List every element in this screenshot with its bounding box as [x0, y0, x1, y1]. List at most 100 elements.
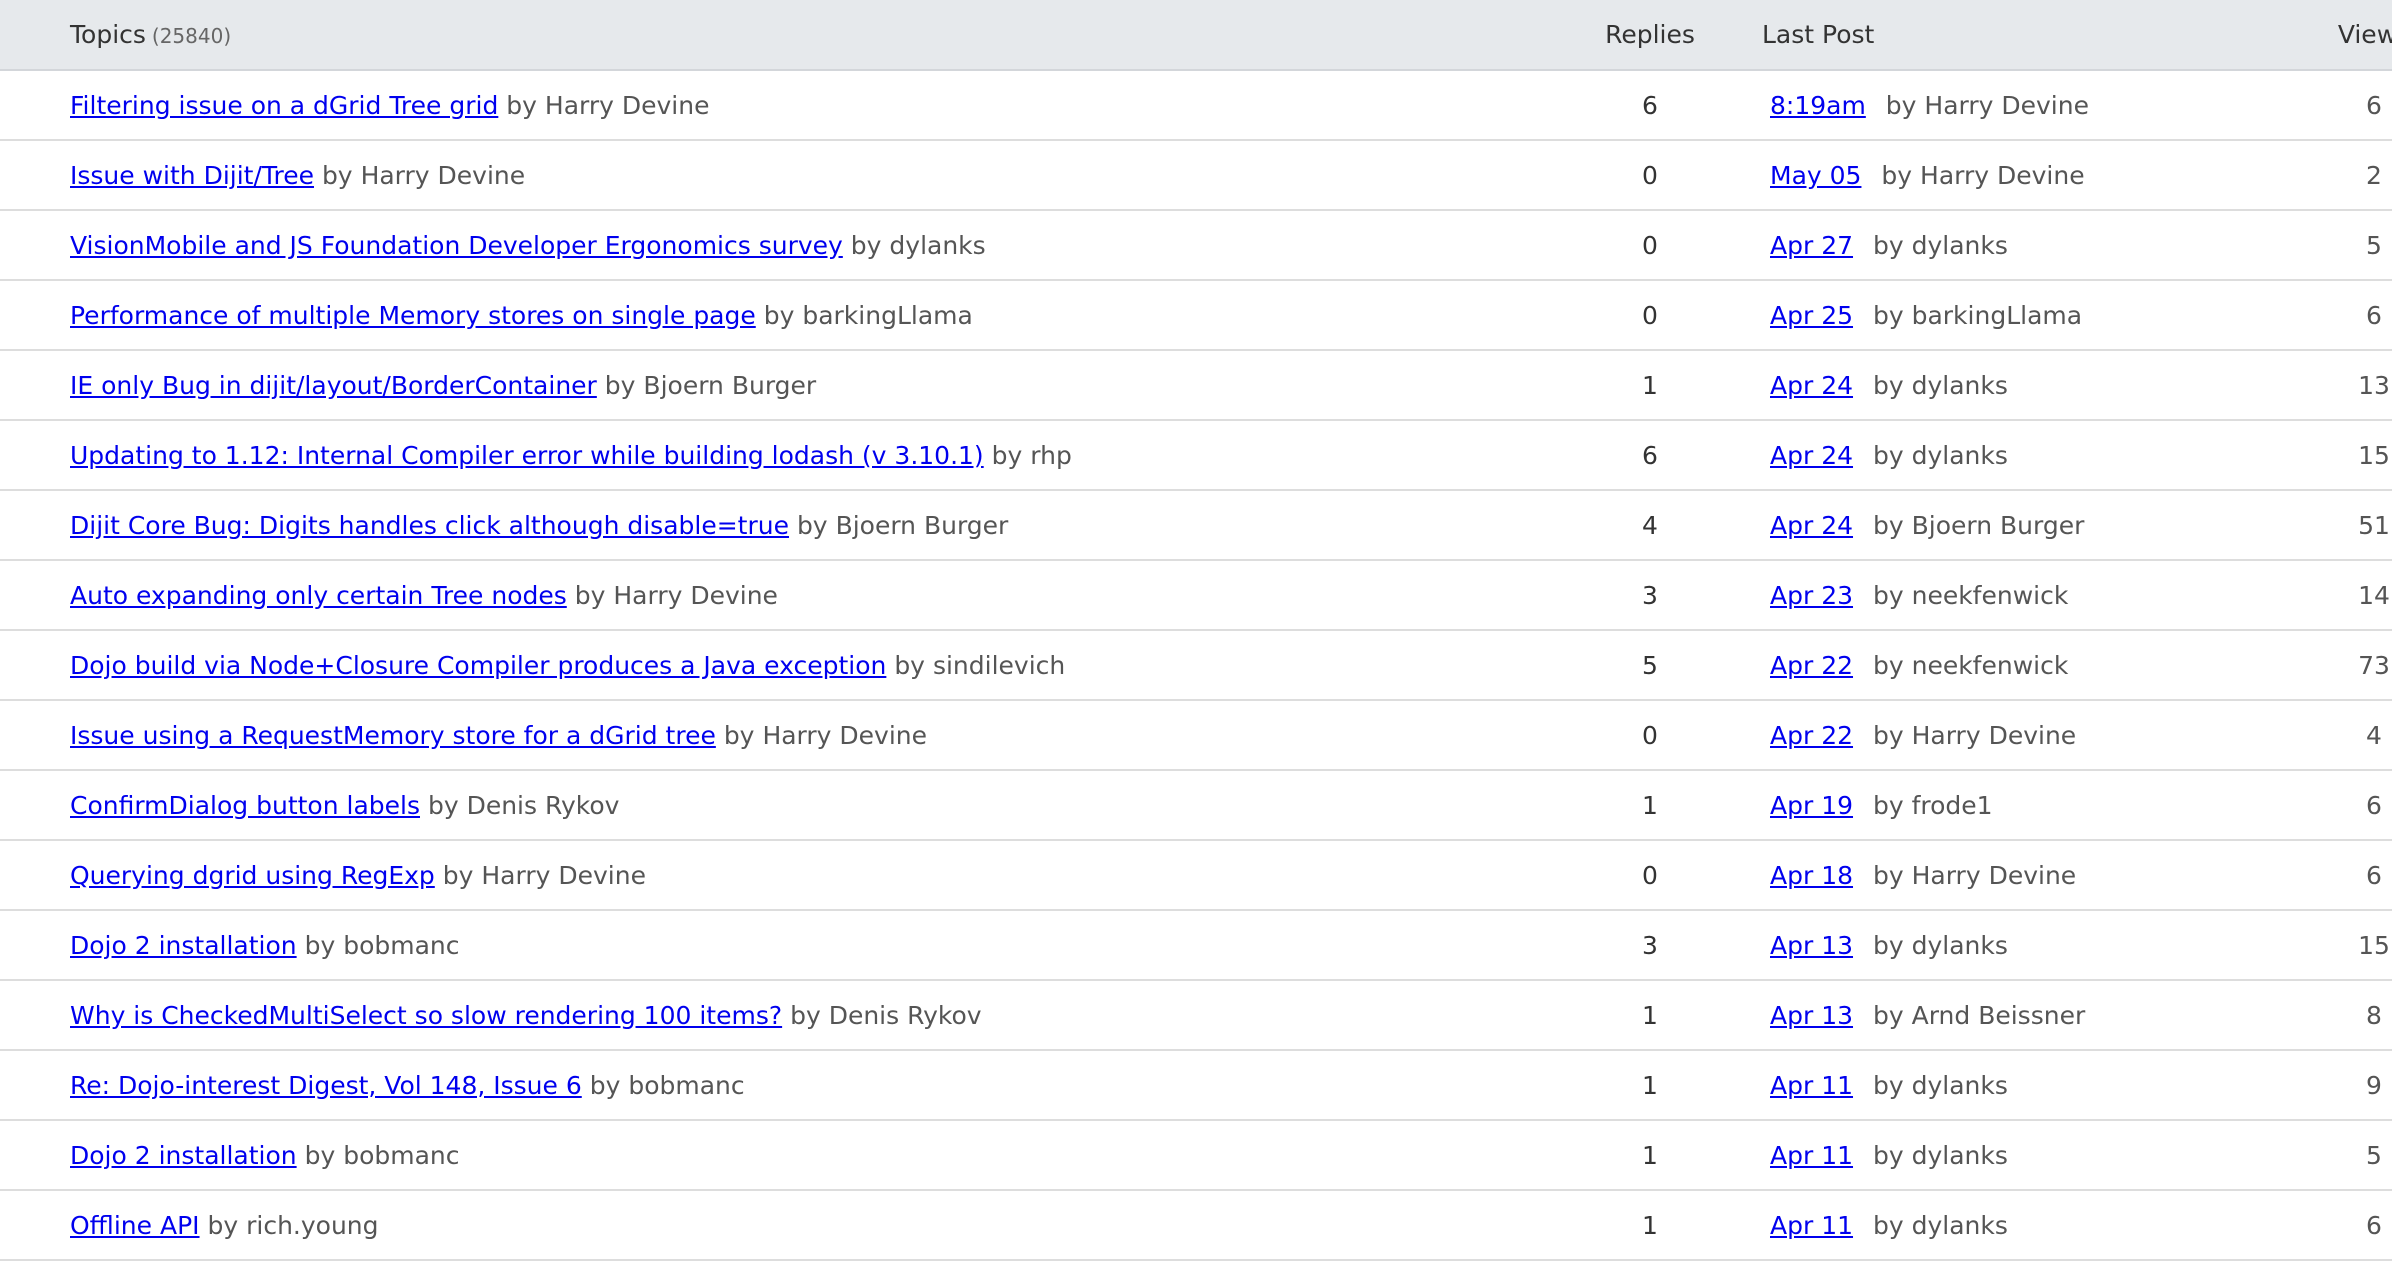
last-post-author: by neekfenwick [1865, 581, 2068, 610]
last-post-link[interactable]: Apr 13 [1770, 931, 1853, 960]
views-cell: 13 [2274, 350, 2392, 421]
replies-cell: 5 [1550, 630, 1750, 701]
topic-author-name: rich.young [246, 1210, 379, 1240]
last-post-link[interactable]: 8:19am [1770, 91, 1866, 120]
last-post-cell: Apr 24 by dylanks [1750, 350, 2274, 421]
views-cell: 2 [2274, 140, 2392, 211]
by-prefix: by [894, 650, 925, 680]
table-row: Why is CheckedMultiSelect so slow render… [0, 980, 2392, 1051]
views-count: 6 [2366, 300, 2382, 330]
last-post-author: by dylanks [1865, 371, 2008, 400]
replies-count: 1 [1642, 1140, 1658, 1170]
topic-author: by Harry Devine [575, 581, 778, 610]
topics-header-label: Topics [70, 20, 146, 49]
topic-author: by Harry Devine [443, 861, 646, 890]
topic-link[interactable]: Auto expanding only certain Tree nodes [70, 581, 567, 610]
views-cell: 6 [2274, 280, 2392, 351]
last-post-author: by Harry Devine [1865, 721, 2076, 750]
table-row: Querying dgrid using RegExp by Harry Dev… [0, 840, 2392, 911]
topic-link[interactable]: VisionMobile and JS Foundation Developer… [70, 231, 843, 260]
views-cell: 6 [2274, 1190, 2392, 1261]
replies-count: 1 [1642, 1070, 1658, 1100]
topic-link[interactable]: Re: Dojo-interest Digest, Vol 148, Issue… [70, 1071, 582, 1100]
last-post-author: by dylanks [1865, 931, 2008, 960]
header-row: Topics(25840) Replies Last Post Views [0, 0, 2392, 71]
last-post-author-name: dylanks [1911, 1140, 2008, 1170]
last-post-link[interactable]: Apr 24 [1770, 371, 1853, 400]
last-post-link[interactable]: Apr 11 [1770, 1211, 1853, 1240]
topic-cell: IE only Bug in dijit/layout/BorderContai… [0, 350, 1550, 421]
last-post-link[interactable]: Apr 11 [1770, 1141, 1853, 1170]
last-post-author-name: Harry Devine [1920, 160, 2085, 190]
topic-link[interactable]: Updating to 1.12: Internal Compiler erro… [70, 441, 984, 470]
topic-link[interactable]: Performance of multiple Memory stores on… [70, 301, 756, 330]
by-prefix: by [1872, 1210, 1904, 1240]
views-count: 6 [2366, 790, 2382, 820]
replies-count: 1 [1642, 1210, 1658, 1240]
views-count: 15 [2358, 930, 2390, 960]
replies-cell: 0 [1550, 840, 1750, 911]
last-post-link[interactable]: Apr 18 [1770, 861, 1853, 890]
topic-author: by Bjoern Burger [605, 371, 816, 400]
topic-author: by rhp [992, 441, 1072, 470]
table-row: Dojo build via Node+Closure Compiler pro… [0, 630, 2392, 701]
topic-link[interactable]: Dojo 2 installation [70, 1141, 297, 1170]
last-post-link[interactable]: May 05 [1770, 161, 1861, 190]
table-row: IE only Bug in dijit/layout/BorderContai… [0, 350, 2392, 421]
topic-link[interactable]: Querying dgrid using RegExp [70, 861, 435, 890]
last-post-author-name: Arnd Beissner [1911, 1000, 2086, 1030]
topic-cell: Updating to 1.12: Internal Compiler erro… [0, 420, 1550, 491]
last-post-link[interactable]: Apr 22 [1770, 651, 1853, 680]
replies-count: 6 [1642, 90, 1658, 120]
views-cell: 73 [2274, 630, 2392, 701]
last-post-author: by Harry Devine [1865, 861, 2076, 890]
topic-author: by bobmanc [305, 1141, 460, 1170]
topic-link[interactable]: Dojo build via Node+Closure Compiler pro… [70, 651, 886, 680]
topic-link[interactable]: Why is CheckedMultiSelect so slow render… [70, 1001, 782, 1030]
by-prefix: by [1872, 1000, 1904, 1030]
topic-link[interactable]: Dojo 2 installation [70, 931, 297, 960]
by-prefix: by [1872, 1070, 1904, 1100]
replies-count: 0 [1642, 160, 1658, 190]
views-count: 15 [2358, 440, 2390, 470]
last-post-link[interactable]: Apr 23 [1770, 581, 1853, 610]
topic-link[interactable]: Offline API [70, 1211, 200, 1240]
topic-cell: Dojo 2 installation by bobmanc [0, 1120, 1550, 1191]
topic-author-name: Denis Rykov [466, 790, 620, 820]
topic-author: by Denis Rykov [790, 1001, 982, 1030]
views-count: 13 [2358, 370, 2390, 400]
views-count: 5 [2366, 230, 2382, 260]
by-prefix: by [1872, 790, 1904, 820]
topic-link[interactable]: Issue with Dijit/Tree [70, 161, 314, 190]
last-post-link[interactable]: Apr 24 [1770, 511, 1853, 540]
last-post-link[interactable]: Apr 19 [1770, 791, 1853, 820]
last-post-author-name: dylanks [1911, 930, 2008, 960]
topic-link[interactable]: ConfirmDialog button labels [70, 791, 420, 820]
replies-count: 1 [1642, 1000, 1658, 1030]
topic-author: by bobmanc [590, 1071, 745, 1100]
last-post-link[interactable]: Apr 24 [1770, 441, 1853, 470]
topic-link[interactable]: Filtering issue on a dGrid Tree grid [70, 91, 498, 120]
replies-cell: 1 [1550, 770, 1750, 841]
topic-author-name: Bjoern Burger [643, 370, 817, 400]
replies-count: 0 [1642, 300, 1658, 330]
replies-cell: 3 [1550, 910, 1750, 981]
topic-author: by Bjoern Burger [797, 511, 1008, 540]
table-row: Auto expanding only certain Tree nodes b… [0, 560, 2392, 631]
topic-cell: Auto expanding only certain Tree nodes b… [0, 560, 1550, 631]
replies-cell: 1 [1550, 350, 1750, 421]
last-post-link[interactable]: Apr 11 [1770, 1071, 1853, 1100]
topic-link[interactable]: Issue using a RequestMemory store for a … [70, 721, 716, 750]
last-post-link[interactable]: Apr 27 [1770, 231, 1853, 260]
last-post-link[interactable]: Apr 25 [1770, 301, 1853, 330]
last-post-link[interactable]: Apr 22 [1770, 721, 1853, 750]
by-prefix: by [589, 1070, 621, 1100]
topic-author: by Denis Rykov [428, 791, 620, 820]
topic-author-name: dylanks [889, 230, 986, 260]
views-count: 5 [2366, 1140, 2382, 1170]
last-post-link[interactable]: Apr 13 [1770, 1001, 1853, 1030]
topic-link[interactable]: IE only Bug in dijit/layout/BorderContai… [70, 371, 597, 400]
topic-author-name: Harry Devine [762, 720, 928, 750]
topic-link[interactable]: Dijit Core Bug: Digits handles click alt… [70, 511, 789, 540]
last-post-author-name: dylanks [1911, 440, 2008, 470]
